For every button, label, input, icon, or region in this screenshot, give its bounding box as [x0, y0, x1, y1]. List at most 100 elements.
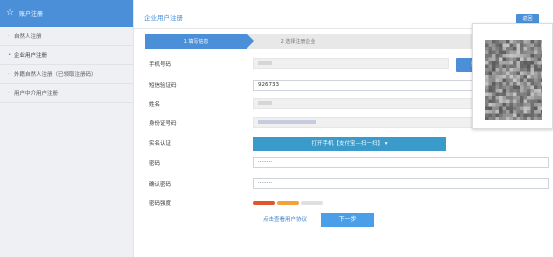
qr-pixel [530, 82, 535, 86]
qr-pixel [523, 89, 528, 93]
qr-pixel [488, 82, 493, 86]
qr-pixel [541, 54, 542, 58]
qr-pixel [492, 61, 496, 65]
qr-pixel [513, 54, 517, 58]
qr-pixel [527, 47, 531, 51]
qr-pixel [499, 85, 503, 90]
qr-pixel [509, 64, 514, 69]
qr-pixel [530, 64, 535, 69]
qr-pixel [488, 75, 493, 79]
qr-pixel [520, 43, 524, 48]
qr-pixel [520, 47, 524, 51]
qr-pixel [499, 43, 503, 48]
qr-pixel [492, 71, 496, 76]
password-field[interactable]: ········ [253, 157, 549, 168]
qr-pixel [506, 117, 510, 120]
qr-pixel [492, 99, 496, 104]
qr-pixel [492, 50, 496, 55]
qr-pixel [499, 82, 503, 86]
phone-label: 手机号码 [149, 62, 172, 68]
id-value-redacted [258, 120, 316, 124]
qr-pixel [485, 75, 489, 79]
qr-pixel [492, 106, 496, 111]
qr-pixel [485, 89, 489, 93]
qr-pixel [488, 61, 493, 65]
qr-pixel [495, 68, 500, 72]
qr-pixel [502, 99, 507, 104]
qr-pixel [537, 82, 542, 86]
qr-pixel [530, 85, 535, 90]
qr-pixel [541, 92, 542, 97]
strength-bar-1 [253, 201, 275, 205]
qr-pixel [523, 50, 528, 55]
qr-pixel [495, 89, 500, 93]
qr-pixel [513, 71, 517, 76]
qr-pixel [534, 68, 538, 72]
qr-pixel [537, 54, 542, 58]
qr-pixel [499, 117, 503, 120]
phone-field[interactable] [253, 58, 449, 69]
qr-pixel [527, 82, 531, 86]
sidebar-item-enterprise[interactable]: • 企业用户注册 [0, 46, 133, 65]
confirm-password-field[interactable]: ········ [253, 178, 549, 189]
qr-pixel [502, 110, 507, 114]
id-number-label: 身份证号码 [149, 121, 177, 127]
qr-pixel [534, 99, 538, 104]
qr-pixel [485, 82, 489, 86]
sidebar-item-natural-person[interactable]: · 自然人注册 [0, 27, 133, 46]
sidebar-item-foreigner[interactable]: · 外籍自然人注册（已领取注册码） [0, 65, 133, 84]
qr-pixel [527, 64, 531, 69]
qr-pixel [495, 82, 500, 86]
sidebar-item-agency[interactable]: · 用户中介用户注册 [0, 84, 133, 103]
qr-pixel [506, 68, 510, 72]
qr-pixel [520, 96, 524, 100]
phone-value-redacted [258, 61, 272, 65]
qr-pixel [520, 113, 524, 118]
qr-pixel [530, 117, 535, 120]
qr-pixel [502, 103, 507, 107]
qr-pixel [530, 89, 535, 93]
qr-pixel [485, 43, 489, 48]
qr-pixel [506, 61, 510, 65]
qr-pixel [485, 71, 489, 76]
next-button[interactable]: 下一步 [321, 213, 374, 227]
qr-pixel [541, 57, 542, 62]
qr-pixel [523, 54, 528, 58]
qr-pixel [516, 89, 521, 93]
alipay-auth-button[interactable]: 打开手机【支付宝—扫一扫】 ▾ [253, 137, 446, 151]
qr-pixel [509, 78, 514, 83]
qr-pixel [499, 40, 503, 44]
strength-bar-2 [277, 201, 299, 205]
qr-pixel [492, 113, 496, 118]
qr-pixel [534, 40, 538, 44]
qr-pixel [541, 40, 542, 44]
qr-pixel [537, 106, 542, 111]
qr-pixel [499, 113, 503, 118]
qr-pixel [516, 85, 521, 90]
qr-pixel [513, 43, 517, 48]
qr-pixel [506, 110, 510, 114]
qr-pixel [523, 117, 528, 120]
user-agreement-link[interactable]: 点击查看用户协议 [263, 215, 307, 223]
qr-pixel [485, 117, 489, 120]
qr-pixel [534, 113, 538, 118]
qr-pixel [488, 110, 493, 114]
qr-pixel [523, 103, 528, 107]
qr-pixel [541, 99, 542, 104]
qr-pixel [492, 75, 496, 79]
qr-pixel [492, 85, 496, 90]
name-value-redacted [258, 101, 272, 105]
qr-pixel [513, 106, 517, 111]
qr-pixel [520, 61, 524, 65]
qr-pixel [537, 64, 542, 69]
qr-pixel [499, 71, 503, 76]
qr-pixel [523, 71, 528, 76]
qr-pixel [541, 96, 542, 100]
qr-pixel [509, 82, 514, 86]
qr-pixel [488, 47, 493, 51]
qr-pixel [488, 106, 493, 111]
password-strength-meter [253, 201, 323, 205]
qr-pixel [537, 57, 542, 62]
qr-pixel [488, 40, 493, 44]
qr-pixel [509, 103, 514, 107]
